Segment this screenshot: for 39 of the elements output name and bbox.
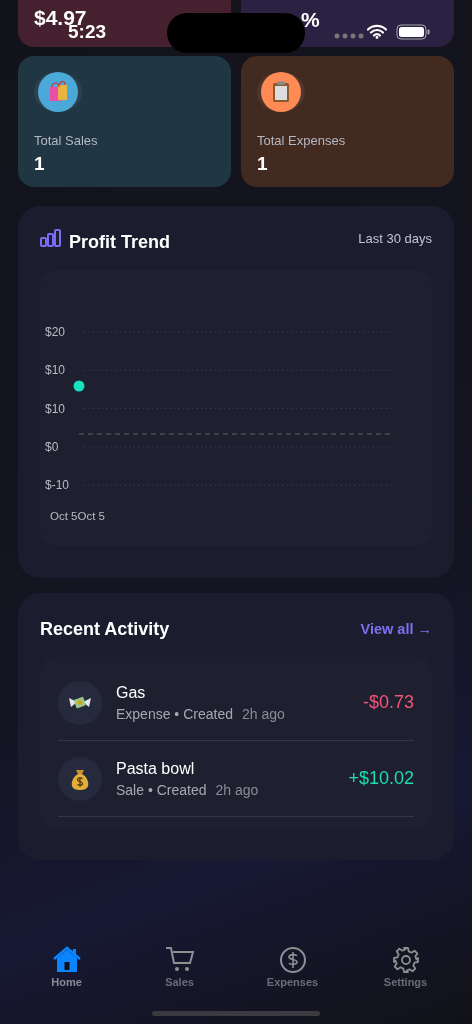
activity-amount: -$0.73 — [362, 692, 414, 713]
home-icon — [51, 946, 82, 974]
activity-amount: +$10.02 — [348, 768, 414, 789]
view-all-link[interactable]: View all → — [360, 621, 432, 637]
bar-chart-icon — [40, 229, 61, 247]
tab-item[interactable]: Sales — [123, 946, 236, 988]
signal-icon — [334, 33, 364, 39]
x-axis-label: Oct 5 — [50, 510, 78, 522]
activity-time: 2h ago — [242, 705, 285, 722]
y-axis-label: $10 — [45, 401, 66, 416]
tab-item[interactable]: Expenses — [236, 946, 349, 988]
activity-time: 2h ago — [215, 781, 259, 798]
tab-item[interactable]: Settings — [349, 946, 462, 988]
clipboard-icon — [261, 72, 301, 112]
y-axis-label: $-10 — [45, 478, 70, 493]
wifi-icon — [367, 24, 387, 39]
card-title: Recent Activity — [40, 618, 170, 640]
stat-value: 1 — [257, 153, 268, 175]
y-axis-label: $10 — [45, 363, 66, 378]
dollar-icon — [278, 946, 307, 974]
stat-value: 1 — [34, 153, 45, 175]
settings-icon — [391, 946, 420, 974]
y-axis-label: $20 — [45, 325, 66, 339]
stat-label: Total Sales — [34, 133, 98, 148]
y-axis-label: $0 — [45, 439, 59, 454]
summary-value: % — [301, 8, 320, 32]
shopping-bags-icon — [38, 72, 78, 112]
tab-item[interactable]: Home — [10, 946, 123, 988]
activity-title: Gas — [116, 683, 147, 702]
data-point — [73, 380, 85, 392]
x-axis-label: Oct 5 — [77, 510, 105, 522]
battery-icon — [396, 24, 430, 40]
activity-title: Pasta bowl — [116, 759, 196, 778]
date-range: Last 30 days — [358, 230, 432, 246]
activity-meta: Expense • Created — [116, 705, 233, 722]
activity-meta: Sale • Created — [116, 781, 207, 798]
stat-label: Total Expenses — [257, 133, 346, 148]
cart-icon — [164, 946, 195, 974]
card-title: Profit Trend — [69, 231, 170, 253]
